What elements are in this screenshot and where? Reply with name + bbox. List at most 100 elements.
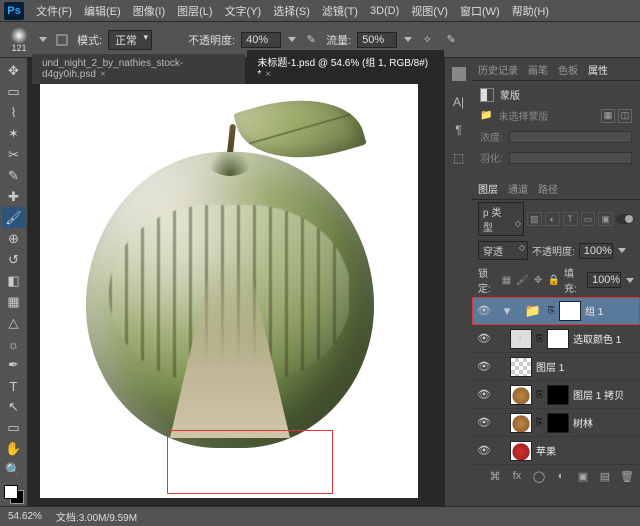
filter-pixel-icon[interactable]: ▧ bbox=[527, 212, 542, 226]
tab-channels[interactable]: 通道 bbox=[508, 181, 528, 196]
visibility-icon[interactable]: 👁 bbox=[476, 360, 492, 373]
layer-row[interactable]: 👁 ⎘ 树林 bbox=[472, 409, 640, 437]
dropdown-icon[interactable] bbox=[618, 248, 626, 253]
layer-thumb[interactable] bbox=[510, 385, 532, 405]
stamp-tool[interactable]: ⊕ bbox=[2, 228, 26, 249]
layer-thumb[interactable] bbox=[510, 413, 532, 433]
filter-adj-icon[interactable]: ◐ bbox=[545, 212, 560, 226]
menu-filter[interactable]: 滤镜(T) bbox=[316, 1, 364, 21]
layer-row-group[interactable]: 👁 ▾ 📁 ⎘ 组 1 bbox=[472, 297, 640, 325]
adjustment-thumb[interactable]: ◐ bbox=[510, 329, 532, 349]
crop-tool[interactable]: ✂ bbox=[2, 144, 26, 165]
flow-dropdown-icon[interactable] bbox=[404, 37, 412, 42]
layer-row[interactable]: 👁 苹果 bbox=[472, 437, 640, 465]
menu-image[interactable]: 图像(I) bbox=[127, 1, 171, 21]
airbrush-icon[interactable]: ✧ bbox=[418, 31, 436, 49]
gradient-tool[interactable]: ▦ bbox=[2, 292, 26, 313]
visibility-icon[interactable]: 👁 bbox=[476, 332, 492, 345]
mask-thumb[interactable] bbox=[547, 413, 569, 433]
pen-tool[interactable]: ✒ bbox=[2, 355, 26, 376]
close-icon[interactable]: × bbox=[265, 69, 271, 80]
pressure-size-icon[interactable]: ✎ bbox=[442, 31, 460, 49]
pixel-mask-icon[interactable]: ▦ bbox=[601, 109, 615, 123]
layer-name[interactable]: 树林 bbox=[573, 415, 593, 430]
menu-view[interactable]: 视图(V) bbox=[405, 1, 454, 21]
menu-help[interactable]: 帮助(H) bbox=[506, 1, 555, 21]
history-brush-tool[interactable]: ↺ bbox=[2, 249, 26, 270]
hand-tool[interactable]: ✋ bbox=[2, 439, 26, 460]
brush-preset-picker[interactable]: 121 bbox=[6, 27, 32, 53]
tab-paths[interactable]: 路径 bbox=[538, 181, 558, 196]
vector-mask-icon[interactable]: ◫ bbox=[618, 109, 632, 123]
fill-field[interactable]: 100% bbox=[587, 272, 621, 288]
tab-properties[interactable]: 属性 bbox=[588, 62, 608, 77]
layer-name[interactable]: 选取颜色 1 bbox=[573, 331, 621, 346]
lock-pixel-icon[interactable]: 🖌 bbox=[516, 274, 529, 287]
visibility-icon[interactable]: 👁 bbox=[476, 416, 492, 429]
link-layers-icon[interactable]: ⌘ bbox=[488, 469, 502, 483]
close-icon[interactable]: × bbox=[100, 69, 106, 80]
fx-icon[interactable]: fx bbox=[510, 469, 524, 483]
tab-layers[interactable]: 图层 bbox=[478, 181, 498, 196]
new-adjustment-icon[interactable]: ◐ bbox=[554, 469, 568, 483]
foreground-background-colors[interactable] bbox=[2, 483, 26, 506]
visibility-icon[interactable]: 👁 bbox=[476, 444, 492, 457]
expand-icon[interactable]: ▾ bbox=[496, 301, 518, 321]
menu-type[interactable]: 文字(Y) bbox=[219, 1, 268, 21]
brush-dropdown-icon[interactable] bbox=[39, 37, 47, 42]
pressure-opacity-icon[interactable]: ✎ bbox=[302, 31, 320, 49]
menu-layer[interactable]: 图层(L) bbox=[171, 1, 218, 21]
layer-row[interactable]: 👁 ⎘ 图层 1 拷贝 bbox=[472, 381, 640, 409]
move-tool[interactable]: ✥ bbox=[2, 60, 26, 81]
layer-opacity-field[interactable]: 100% bbox=[579, 243, 613, 259]
lasso-tool[interactable]: ⌇ bbox=[2, 102, 26, 123]
menu-3d[interactable]: 3D(D) bbox=[364, 3, 405, 19]
blend-mode-select[interactable]: 正常 bbox=[108, 30, 152, 50]
doc-tab-1[interactable]: und_night_2_by_nathies_stock-d4gy0ih.psd… bbox=[32, 53, 245, 84]
opacity-field[interactable]: 40% bbox=[241, 32, 281, 48]
new-layer-icon[interactable]: ▤ bbox=[598, 469, 612, 483]
color-panel-icon[interactable] bbox=[449, 64, 469, 84]
doc-tab-2[interactable]: 未标题-1.psd @ 54.6% (组 1, RGB/8#) *× bbox=[247, 49, 444, 84]
shape-tool[interactable]: ▭ bbox=[2, 418, 26, 439]
layer-thumb[interactable] bbox=[510, 441, 532, 461]
blend-mode-select[interactable]: 穿透 bbox=[478, 241, 528, 260]
filter-toggle[interactable] bbox=[616, 214, 634, 224]
layer-name[interactable]: 苹果 bbox=[536, 443, 556, 458]
canvas[interactable] bbox=[28, 84, 444, 506]
paragraph-panel-icon[interactable]: ¶ bbox=[449, 120, 469, 140]
marquee-tool[interactable]: ▭ bbox=[2, 81, 26, 102]
dropdown-icon[interactable] bbox=[626, 278, 634, 283]
layer-name[interactable]: 组 1 bbox=[585, 303, 603, 318]
layer-row[interactable]: 👁 ◐ ⎘ 选取颜色 1 bbox=[472, 325, 640, 353]
dodge-tool[interactable]: ☼ bbox=[2, 334, 26, 355]
menu-window[interactable]: 窗口(W) bbox=[454, 1, 506, 21]
menu-edit[interactable]: 编辑(E) bbox=[78, 1, 127, 21]
mask-thumb[interactable] bbox=[559, 301, 581, 321]
mask-thumb[interactable] bbox=[547, 385, 569, 405]
brush-tool[interactable]: 🖌 bbox=[2, 207, 26, 228]
layer-thumb[interactable] bbox=[510, 357, 532, 377]
flow-field[interactable]: 50% bbox=[357, 32, 397, 48]
blur-tool[interactable]: △ bbox=[2, 313, 26, 334]
menu-file[interactable]: 文件(F) bbox=[30, 1, 78, 21]
healing-tool[interactable]: ✚ bbox=[2, 186, 26, 207]
opacity-dropdown-icon[interactable] bbox=[288, 37, 296, 42]
add-mask-icon[interactable]: ◯ bbox=[532, 469, 546, 483]
visibility-icon[interactable]: 👁 bbox=[476, 388, 492, 401]
type-tool[interactable]: T bbox=[2, 376, 26, 397]
filter-smart-icon[interactable]: ▣ bbox=[598, 212, 613, 226]
3d-panel-icon[interactable]: ⬚ bbox=[449, 148, 469, 168]
eraser-tool[interactable]: ◧ bbox=[2, 270, 26, 291]
brush-panel-icon[interactable] bbox=[53, 31, 71, 49]
zoom-tool[interactable]: 🔍 bbox=[2, 460, 26, 481]
visibility-icon[interactable]: 👁 bbox=[476, 304, 492, 317]
eyedropper-tool[interactable]: ✎ bbox=[2, 165, 26, 186]
mask-thumb[interactable] bbox=[547, 329, 569, 349]
filter-shape-icon[interactable]: ▭ bbox=[581, 212, 596, 226]
magic-wand-tool[interactable]: ✶ bbox=[2, 123, 26, 144]
tab-swatches[interactable]: 色板 bbox=[558, 62, 578, 77]
lock-all-icon[interactable]: 🔒 bbox=[548, 274, 560, 287]
tab-brush[interactable]: 画笔 bbox=[528, 62, 548, 77]
character-panel-icon[interactable]: A| bbox=[449, 92, 469, 112]
